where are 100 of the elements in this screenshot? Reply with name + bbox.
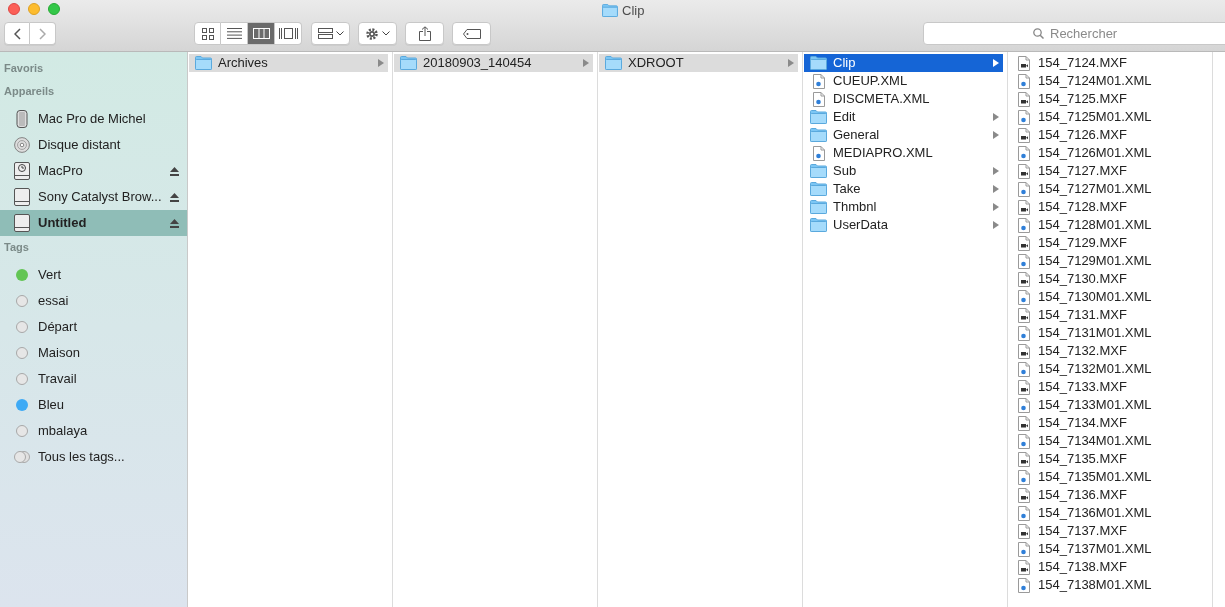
video-document-icon xyxy=(1017,307,1030,323)
group-grid-icon xyxy=(317,28,333,40)
file-row[interactable]: 154_7135.MXF xyxy=(1009,450,1208,468)
sidebar-item-label: Travail xyxy=(38,370,77,389)
eject-icon[interactable] xyxy=(170,166,179,176)
device-item[interactable]: Sony Catalyst Brow... xyxy=(0,184,187,210)
file-name: 154_7128.MXF xyxy=(1038,198,1127,217)
file-row[interactable]: 154_7138M01.XML xyxy=(1009,576,1208,594)
view-mode-button[interactable] xyxy=(275,22,302,46)
view-mode-button[interactable] xyxy=(194,22,221,46)
eject-icon[interactable] xyxy=(170,192,179,202)
arrange-button[interactable] xyxy=(311,22,350,46)
file-row[interactable]: Archives xyxy=(189,54,388,72)
file-row[interactable]: UserData xyxy=(804,216,1003,234)
eject-icon[interactable] xyxy=(170,218,179,228)
file-row[interactable]: 154_7125.MXF xyxy=(1009,90,1208,108)
tag-item[interactable]: Tous les tags... xyxy=(0,444,187,470)
file-row[interactable]: 154_7136M01.XML xyxy=(1009,504,1208,522)
file-row[interactable]: 154_7125M01.XML xyxy=(1009,108,1208,126)
device-item[interactable]: MacPro xyxy=(0,158,187,184)
disclosure-triangle-icon xyxy=(993,131,999,139)
file-row[interactable]: 154_7137M01.XML xyxy=(1009,540,1208,558)
xml-document-icon xyxy=(1017,505,1030,521)
file-row[interactable]: 154_7128.MXF xyxy=(1009,198,1208,216)
file-row[interactable]: 154_7124.MXF xyxy=(1009,54,1208,72)
search-field[interactable]: Rechercher xyxy=(923,22,1225,46)
sidebar-item-label: Vert xyxy=(38,266,62,285)
view-mode-button[interactable] xyxy=(248,22,275,46)
sidebar-section-heading: Appareils xyxy=(3,84,56,99)
file-name: 154_7137M01.XML xyxy=(1038,540,1152,559)
file-name: 154_7124.MXF xyxy=(1038,54,1127,73)
file-name: 154_7133.MXF xyxy=(1038,378,1127,397)
tag-item[interactable]: Travail xyxy=(0,366,187,392)
all-tags-icon xyxy=(14,451,30,463)
file-name: 154_7135.MXF xyxy=(1038,450,1127,469)
file-row[interactable]: 154_7126M01.XML xyxy=(1009,144,1208,162)
file-name: 154_7124M01.XML xyxy=(1038,72,1152,91)
file-row[interactable]: 154_7124M01.XML xyxy=(1009,72,1208,90)
device-item[interactable]: Mac Pro de Michel xyxy=(0,106,187,132)
file-row[interactable]: 154_7128M01.XML xyxy=(1009,216,1208,234)
xml-document-icon xyxy=(1017,289,1030,305)
tag-item[interactable]: Vert xyxy=(0,262,187,288)
device-item[interactable]: Disque distant xyxy=(0,132,187,158)
action-button[interactable] xyxy=(358,22,397,46)
file-row[interactable]: 154_7129.MXF xyxy=(1009,234,1208,252)
file-row[interactable]: 154_7132M01.XML xyxy=(1009,360,1208,378)
xml-document-icon xyxy=(1017,217,1030,233)
file-row[interactable]: General xyxy=(804,126,1003,144)
close-button[interactable] xyxy=(8,3,20,16)
file-row[interactable]: 154_7134.MXF xyxy=(1009,414,1208,432)
disclosure-triangle-icon xyxy=(378,59,384,67)
folder-icon xyxy=(810,200,827,214)
share-button[interactable] xyxy=(405,22,444,46)
view-mode-button[interactable] xyxy=(221,22,248,46)
tag-button[interactable] xyxy=(452,22,491,46)
columns-icon xyxy=(252,28,270,40)
file-row[interactable]: CUEUP.XML xyxy=(804,72,1003,90)
file-row[interactable]: 154_7130M01.XML xyxy=(1009,288,1208,306)
tag-item[interactable]: mbalaya xyxy=(0,418,187,444)
file-row[interactable]: 154_7132.MXF xyxy=(1009,342,1208,360)
file-row[interactable]: Thmbnl xyxy=(804,198,1003,216)
file-name: Archives xyxy=(218,54,268,73)
back-button[interactable] xyxy=(4,22,30,46)
tag-item[interactable]: Bleu xyxy=(0,392,187,418)
file-row[interactable]: 154_7129M01.XML xyxy=(1009,252,1208,270)
device-item[interactable]: Untitled xyxy=(0,210,187,236)
file-row[interactable]: Clip xyxy=(804,54,1003,72)
file-name: 154_7128M01.XML xyxy=(1038,216,1152,235)
file-name: 154_7127M01.XML xyxy=(1038,180,1152,199)
file-row[interactable]: Take xyxy=(804,180,1003,198)
tag-item[interactable]: Maison xyxy=(0,340,187,366)
file-row[interactable]: 154_7133.MXF xyxy=(1009,378,1208,396)
file-row[interactable]: 154_7133M01.XML xyxy=(1009,396,1208,414)
forward-chevron-icon xyxy=(39,27,46,40)
file-row[interactable]: 154_7127.MXF xyxy=(1009,162,1208,180)
xml-document-icon xyxy=(1017,433,1030,449)
file-row[interactable]: MEDIAPRO.XML xyxy=(804,144,1003,162)
share-icon xyxy=(418,26,431,42)
file-row[interactable]: 154_7126.MXF xyxy=(1009,126,1208,144)
file-row[interactable]: 154_7130.MXF xyxy=(1009,270,1208,288)
video-document-icon xyxy=(1017,163,1030,179)
file-row[interactable]: 154_7135M01.XML xyxy=(1009,468,1208,486)
file-row[interactable]: 154_7131M01.XML xyxy=(1009,324,1208,342)
tag-item[interactable]: Départ xyxy=(0,314,187,340)
file-row[interactable]: 154_7127M01.XML xyxy=(1009,180,1208,198)
file-row[interactable]: Edit xyxy=(804,108,1003,126)
sidebar-item-label: Maison xyxy=(38,344,80,363)
file-row[interactable]: 154_7134M01.XML xyxy=(1009,432,1208,450)
tag-item[interactable]: essai xyxy=(0,288,187,314)
file-row[interactable]: Sub xyxy=(804,162,1003,180)
file-row[interactable]: 154_7136.MXF xyxy=(1009,486,1208,504)
sidebar-item-label: Untitled xyxy=(38,214,87,233)
tag-icon xyxy=(462,28,481,39)
file-row[interactable]: 154_7138.MXF xyxy=(1009,558,1208,576)
file-row[interactable]: 154_7137.MXF xyxy=(1009,522,1208,540)
file-name: 154_7129M01.XML xyxy=(1038,252,1152,271)
file-row[interactable]: XDROOT xyxy=(599,54,798,72)
file-row[interactable]: 154_7131.MXF xyxy=(1009,306,1208,324)
file-row[interactable]: DISCMETA.XML xyxy=(804,90,1003,108)
file-row[interactable]: 20180903_140454 xyxy=(394,54,593,72)
